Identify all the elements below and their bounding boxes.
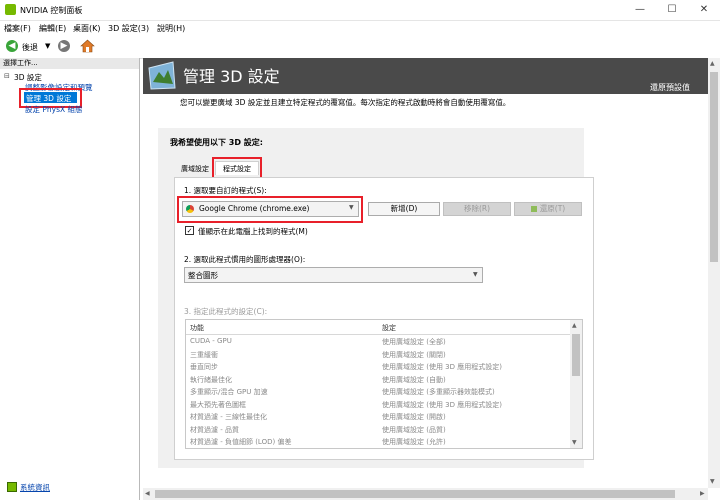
system-info-link[interactable]: 系統資訊 [20,482,50,493]
step1-label: 1. 選取要自訂的程式(S): [184,186,267,195]
row-setting: 使用廣域設定 (使用 3D 應用程式設定) [382,363,502,371]
sidebar-header: 選擇工作... [0,58,139,69]
page-title: 管理 3D 設定 [183,67,280,86]
maximize-button[interactable]: ☐ [656,0,688,20]
table-scroll-down-icon[interactable]: ▼ [572,439,577,446]
title-bar [0,0,720,21]
row-feature: 垂直同步 [190,363,218,371]
step3-label: 3. 指定此程式的設定(C): [184,307,268,316]
table-scroll-up-icon[interactable]: ▲ [572,322,577,329]
forward-arrow-icon[interactable]: ▶ [58,40,70,52]
scroll-thumb[interactable] [710,72,718,262]
row-feature: 材質過濾 - 三線性最佳化 [190,413,267,421]
window-title: NVIDIA 控制面板 [20,6,83,15]
row-feature: 最大預先著色圖框 [190,400,246,409]
back-button-label[interactable]: 後退 [22,42,38,53]
column-header-setting: 設定 [382,324,396,332]
row-setting: 使用廣域設定 (品質) [382,425,446,434]
row-setting: 使用廣域設定 (全部) [382,338,446,346]
gpu-select-value: 整合圖形 [188,271,218,280]
table-row[interactable]: 執行緒最佳化 使用廣域設定 (自動) [189,375,569,388]
nvidia-logo-icon [5,4,16,15]
table-row[interactable]: 材質過濾 - 三線性最佳化 使用廣域設定 (開啟) [189,412,569,425]
table-row[interactable]: CUDA - GPU 使用廣域設定 (全部) [189,337,569,350]
row-feature: CUDA - GPU [190,337,232,345]
row-feature: 材質過濾 - 品質 [190,425,239,434]
step2-label: 2. 選取此程式慣用的圖形處理器(O): [184,255,306,264]
row-setting: 使用廣域設定 (自動) [382,375,446,384]
restore-defaults-link[interactable]: 還原預設值 [650,82,690,93]
row-feature: 三重緩衝 [190,350,218,359]
add-program-button[interactable]: 新增(D) [368,202,440,216]
tab-global-settings[interactable]: 廣域設定 [176,162,214,176]
column-header-feature: 功能 [190,324,204,332]
minimize-button[interactable]: — [624,0,656,20]
table-row[interactable]: 三重緩衝 使用廣域設定 (關閉) [189,350,569,363]
chrome-icon [186,205,194,213]
scroll-left-icon[interactable]: ◀ [145,490,150,497]
restore-program-button[interactable]: 還原(T) [514,202,582,216]
program-select-value: Google Chrome (chrome.exe) [199,204,310,213]
menu-file[interactable]: 檔案(F) [4,23,31,34]
tab-program-settings[interactable]: 程式設定 [215,161,259,175]
system-info-icon [7,482,17,492]
toolbar [0,36,720,59]
header-divider [186,334,570,335]
row-feature: 多重顯示/混合 GPU 加速 [190,388,268,396]
home-icon[interactable] [80,39,95,53]
scroll-up-icon[interactable]: ▲ [710,60,715,67]
gpu-select[interactable] [184,267,483,283]
show-found-programs-label: 僅顯示在此電腦上找到的程式(M) [198,227,308,236]
hscroll-thumb[interactable] [155,490,675,498]
restore-program-label: 還原(T) [539,204,566,213]
scroll-down-icon[interactable]: ▼ [710,478,715,485]
row-setting: 使用廣域設定 (使用 3D 應用程式設定) [382,400,502,409]
row-feature: 材質過濾 - 負值細節 (LOD) 偏差 [190,438,292,446]
back-dropdown-icon[interactable]: ▼ [45,42,50,50]
remove-program-button[interactable]: 移除(R) [443,202,511,216]
settings-heading: 我希望使用以下 3D 設定: [170,138,263,147]
show-found-programs-checkbox[interactable]: ✓ [185,226,194,235]
sidebar [0,58,140,500]
row-feature: 執行緒最佳化 [190,375,232,384]
row-setting: 使用廣域設定 (多重顯示器效能模式) [382,388,495,396]
table-row[interactable]: 垂直同步 使用廣域設定 (使用 3D 應用程式設定) [189,362,569,375]
menu-3d-settings[interactable]: 3D 設定(3) [108,23,149,34]
table-row[interactable]: 材質過濾 - 品質 使用廣域設定 (品質) [189,425,569,438]
menu-edit[interactable]: 編輯(E) [39,23,66,34]
close-button[interactable]: ✕ [688,0,720,20]
row-setting: 使用廣域設定 (開啟) [382,413,446,421]
chevron-down-icon: ▼ [349,204,354,211]
sidebar-item-manage-3d[interactable]: 管理 3D 設定 [26,93,71,104]
menu-help[interactable]: 說明(H) [157,23,185,34]
scroll-right-icon[interactable]: ▶ [700,490,705,497]
page-description: 您可以變更廣域 3D 設定並且建立特定程式的覆寫值。每次指定的程式啟動時將會自動… [180,98,511,107]
gpu-chevron-down-icon: ▼ [473,271,478,278]
back-arrow-icon[interactable]: ◀ [6,40,18,52]
tree-collapse-icon[interactable]: ⊟ [4,72,10,80]
row-setting: 使用廣域設定 (允許) [382,438,446,446]
menu-desktop[interactable]: 桌面(K) [73,23,101,34]
nvidia-small-icon [530,206,537,212]
table-row[interactable]: 材質過濾 - 負值細節 (LOD) 偏差 使用廣域設定 (允許) [189,437,569,447]
table-row[interactable]: 最大預先著色圖框 使用廣域設定 (使用 3D 應用程式設定) [189,400,569,413]
table-row[interactable]: 多重顯示/混合 GPU 加速 使用廣域設定 (多重顯示器效能模式) [189,387,569,400]
3d-settings-icon [147,60,177,91]
sidebar-item-physx[interactable]: 設定 PhysX 組態 [25,104,83,115]
table-scroll-thumb[interactable] [572,334,580,376]
row-setting: 使用廣域設定 (關閉) [382,350,446,359]
